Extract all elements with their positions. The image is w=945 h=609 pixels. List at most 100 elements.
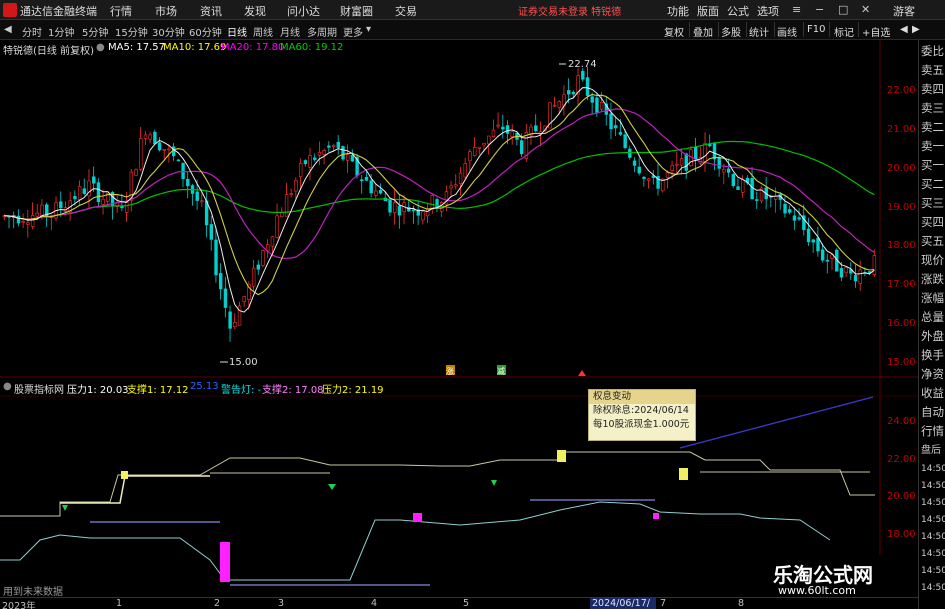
candle-body [505, 125, 510, 134]
candle-body [294, 180, 298, 192]
tab-buy1[interactable]: 买一 [921, 159, 944, 172]
tab-shouyi[interactable]: 收益 [921, 387, 944, 400]
candle-body [176, 159, 181, 162]
tab-sell3[interactable]: 卖三 [921, 102, 944, 115]
tab-panhou[interactable]: 盘后 [921, 444, 941, 457]
tab-zhangdie[interactable]: 涨跌 [921, 273, 944, 286]
period-fenshi[interactable]: 分时 [22, 24, 42, 39]
candle-body [468, 151, 472, 162]
tab-zidong[interactable]: 自动 [921, 406, 944, 419]
candle-body [35, 212, 40, 217]
menu-item-caifuquan[interactable]: 财富圈 [340, 3, 373, 19]
menu-item-xuanxiang[interactable]: 选项 [757, 3, 779, 19]
candle-body [327, 145, 331, 148]
candle-body [820, 249, 825, 261]
menu-item-jiaoyi[interactable]: 交易 [395, 3, 417, 19]
tab-buy3[interactable]: 买三 [921, 197, 944, 210]
candle-body [350, 154, 355, 162]
separator [774, 22, 775, 37]
period-1min[interactable]: 1分钟 [48, 24, 74, 39]
candle-body [96, 182, 101, 203]
candle-body [567, 90, 571, 95]
event-marker-icon [578, 370, 586, 376]
menu-icon[interactable]: ≡ [792, 3, 801, 16]
green-arrow-icon [328, 484, 336, 490]
kline-chart[interactable]: 涨 减 [0, 40, 918, 597]
candle-body [275, 215, 279, 238]
tab-xianjia[interactable]: 现价 [921, 254, 944, 267]
candle-body [233, 322, 237, 328]
back-icon[interactable]: ◀ [4, 24, 12, 35]
period-30min[interactable]: 30分钟 [152, 24, 185, 39]
menu-item-gongneng[interactable]: 功能 [667, 3, 689, 19]
menu-item-banmian[interactable]: 版面 [697, 3, 719, 19]
period-multi[interactable]: 多周期 [307, 24, 337, 39]
tab-weibi[interactable]: 委比 [921, 45, 944, 58]
tab-huanshou[interactable]: 换手 [921, 349, 944, 362]
login-notice[interactable]: 证券交易未登录 特锐德 [518, 3, 621, 18]
btn-huaxian[interactable]: 画线 [777, 24, 797, 39]
period-more[interactable]: 更多 [343, 24, 363, 39]
menu-item-shichang[interactable]: 市场 [155, 3, 177, 19]
btn-zixuan[interactable]: +自选 [862, 24, 890, 39]
period-daily[interactable]: 日线 [227, 24, 247, 39]
candle-body [552, 104, 557, 107]
candle-body [101, 198, 105, 205]
candle-body [200, 200, 204, 203]
watermark: 乐淘公式网 www.60lt.com [758, 555, 918, 597]
high-price-label: 22.74 [568, 59, 597, 70]
tab-buy2[interactable]: 买二 [921, 178, 944, 191]
candle-body [360, 179, 364, 182]
period-15min[interactable]: 15分钟 [115, 24, 148, 39]
tab-buy5[interactable]: 买五 [921, 235, 944, 248]
menu-item-gongshi[interactable]: 公式 [727, 3, 749, 19]
candle-body [628, 148, 632, 158]
period-weekly[interactable]: 周线 [253, 24, 273, 39]
tab-sell1[interactable]: 卖一 [921, 140, 944, 153]
menu-item-faxian[interactable]: 发现 [244, 3, 266, 19]
tab-zhangfu[interactable]: 涨幅 [921, 292, 944, 305]
candle-body [153, 131, 157, 145]
btn-fuquan[interactable]: 复权 [664, 24, 684, 39]
y-tick: 17.00 [887, 279, 916, 290]
candle-body [430, 195, 435, 210]
chevron-down-icon[interactable]: ▾ [366, 24, 371, 35]
btn-duogu[interactable]: 多股 [721, 24, 741, 39]
candle-body [477, 146, 482, 149]
y-tick: 16.00 [887, 318, 916, 329]
btn-tongji[interactable]: 统计 [749, 24, 769, 39]
period-5min[interactable]: 5分钟 [82, 24, 108, 39]
tab-sell4[interactable]: 卖四 [921, 83, 944, 96]
tab-jingzi[interactable]: 净资 [921, 368, 944, 381]
minimize-icon[interactable]: − [815, 3, 824, 16]
candle-body [665, 172, 670, 179]
date-label: 5 [463, 598, 470, 609]
left-arrow-icon[interactable]: ◀ [900, 24, 908, 35]
candle-body [736, 186, 740, 190]
tab-sell2[interactable]: 卖二 [921, 121, 944, 134]
tab-waipan[interactable]: 外盘 [921, 330, 944, 343]
candle-body [703, 143, 707, 162]
btn-diejia[interactable]: 叠加 [693, 24, 713, 39]
y-tick: 18.00 [887, 240, 916, 251]
candle-body [458, 172, 463, 184]
period-monthly[interactable]: 月线 [280, 24, 300, 39]
ma5-line [4, 87, 875, 313]
candle-body [632, 160, 637, 166]
tab-buy4[interactable]: 买四 [921, 216, 944, 229]
btn-biaoji[interactable]: 标记 [834, 24, 854, 39]
guest-label[interactable]: 游客 [893, 3, 915, 19]
right-arrow-icon[interactable]: ▶ [912, 24, 920, 35]
menu-item-hangqing[interactable]: 行情 [110, 3, 132, 19]
btn-f10[interactable]: F10 [807, 24, 825, 35]
tab-hangqing[interactable]: 行情 [921, 425, 944, 438]
candle-body [139, 138, 143, 170]
tab-sell5[interactable]: 卖五 [921, 64, 944, 77]
candle-body [792, 215, 797, 221]
menu-item-wenxiaoda[interactable]: 问小达 [287, 3, 320, 19]
tab-zongliang[interactable]: 总量 [921, 311, 944, 324]
close-icon[interactable]: ✕ [861, 3, 870, 16]
menu-item-zixun[interactable]: 资讯 [200, 3, 222, 19]
maximize-icon[interactable]: □ [838, 3, 848, 16]
period-60min[interactable]: 60分钟 [189, 24, 222, 39]
